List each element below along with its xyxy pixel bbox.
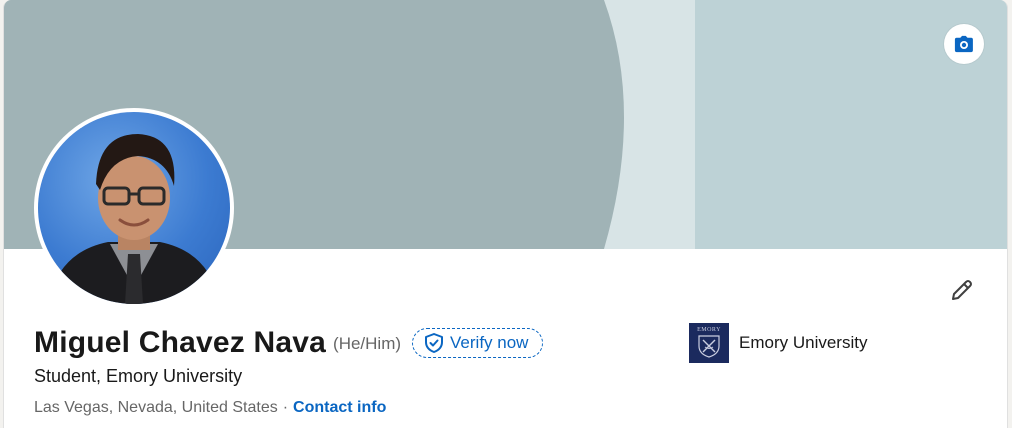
separator-dot: · bbox=[282, 399, 289, 416]
verify-now-button[interactable]: Verify now bbox=[412, 328, 544, 358]
education-name: Emory University bbox=[739, 333, 868, 352]
profile-name: Miguel Chavez Nava bbox=[34, 326, 327, 359]
profile-location: Las Vegas, Nevada, United States bbox=[34, 399, 278, 416]
profile-card: Miguel Chavez Nava (He/Him) Verify now S… bbox=[3, 0, 1008, 428]
education-entry[interactable]: EMORY Emory University bbox=[689, 323, 867, 363]
profile-headline: Student, Emory University bbox=[34, 366, 243, 386]
camera-icon bbox=[954, 35, 973, 53]
edit-intro-button[interactable] bbox=[942, 270, 982, 310]
verify-now-label: Verify now bbox=[450, 333, 529, 352]
profile-pronouns: (He/Him) bbox=[333, 334, 402, 353]
avatar[interactable] bbox=[38, 112, 230, 304]
contact-info-link[interactable]: Contact info bbox=[293, 399, 386, 417]
name-row: Miguel Chavez Nava (He/Him) Verify now bbox=[34, 326, 544, 360]
pencil-icon bbox=[952, 280, 972, 300]
location-row: Las Vegas, Nevada, United States · Conta… bbox=[34, 399, 386, 417]
emory-university-logo: EMORY bbox=[689, 323, 729, 363]
profile-photo-frame[interactable] bbox=[34, 108, 234, 308]
emory-shield-icon bbox=[698, 335, 720, 358]
edit-banner-button[interactable] bbox=[944, 24, 984, 64]
avatar-portrait bbox=[48, 134, 220, 304]
shield-check-icon bbox=[425, 333, 444, 353]
